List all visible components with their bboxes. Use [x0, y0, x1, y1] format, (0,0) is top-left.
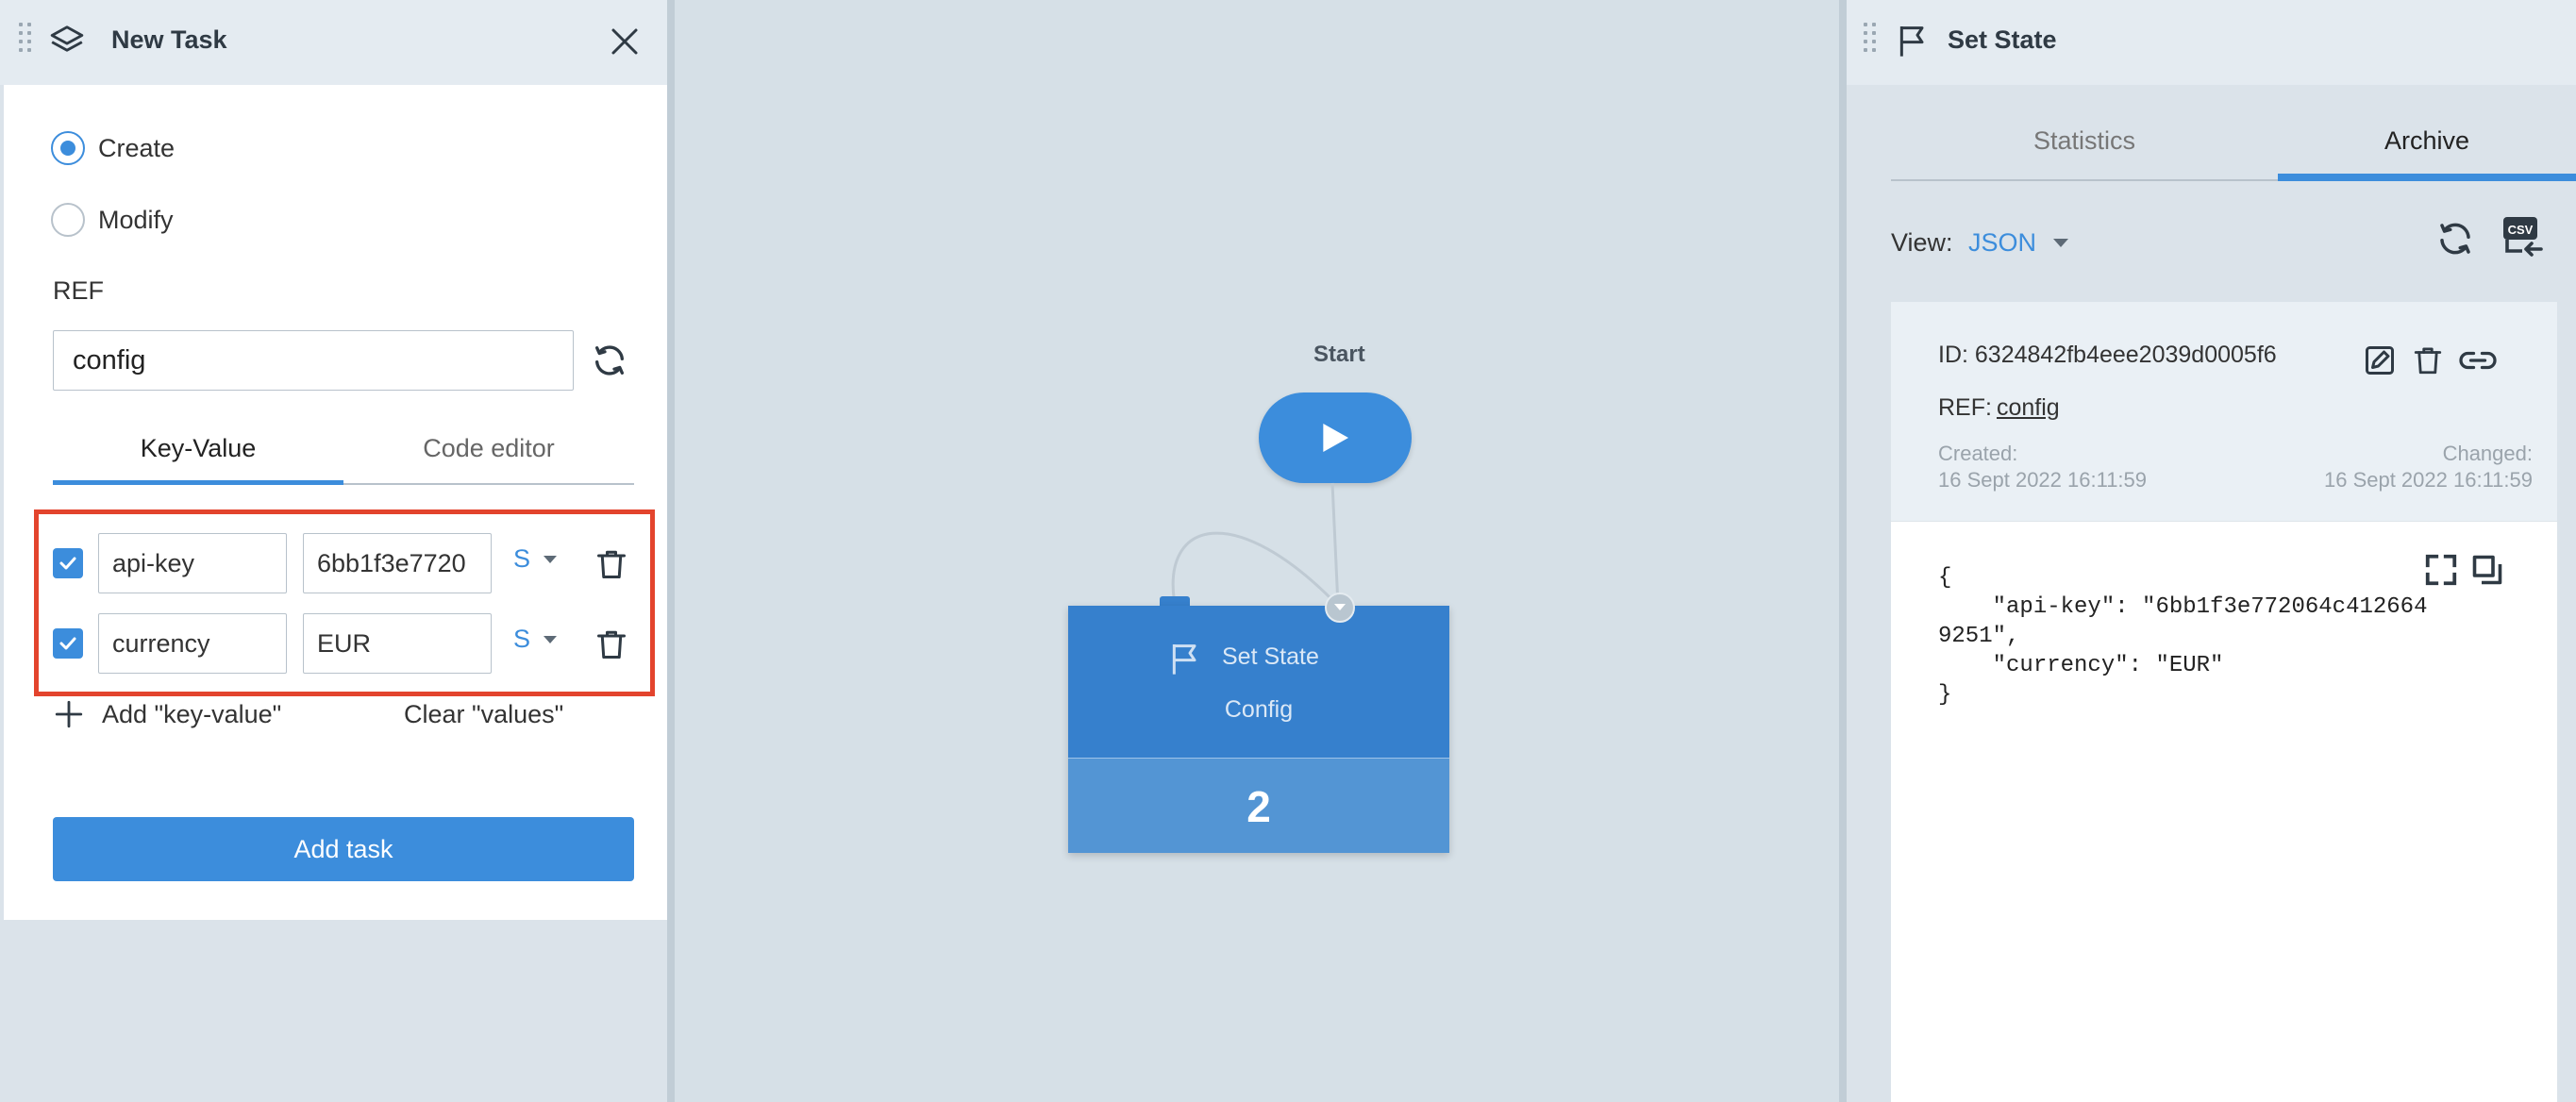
add-task-button[interactable]: Add task [53, 817, 634, 881]
value-input[interactable] [303, 613, 492, 674]
ref-input[interactable] [53, 330, 574, 391]
expand-icon[interactable] [2423, 552, 2459, 588]
key-input[interactable] [98, 533, 287, 593]
record-ref-link[interactable]: config [1997, 394, 2060, 422]
panel-title: Set State [1948, 25, 2057, 54]
chevron-down-icon [2053, 239, 2069, 247]
panel-title: New Task [111, 25, 227, 54]
edit-icon[interactable] [2363, 343, 2397, 377]
close-icon[interactable] [608, 25, 642, 58]
type-select[interactable]: S [513, 625, 558, 654]
value-input[interactable] [303, 533, 492, 593]
set-state-node[interactable]: Set State Config 2 [1068, 606, 1449, 853]
panel-header: Set State [1847, 0, 2576, 85]
ref-label: REF [53, 276, 104, 305]
created-label: Created: [1938, 442, 2018, 465]
node-header: Set State Config [1068, 606, 1449, 757]
row-checkbox[interactable] [53, 548, 83, 578]
view-select[interactable]: JSON [1968, 228, 2069, 258]
copy-icon[interactable] [2470, 552, 2504, 588]
task-form: Create Modify REF Key-Value Code editor … [4, 85, 667, 920]
panel-resizer[interactable] [667, 0, 675, 1102]
key-input[interactable] [98, 613, 287, 674]
svg-text:CSV: CSV [2508, 223, 2534, 237]
drag-handle-icon[interactable] [1864, 23, 1876, 52]
layers-icon [49, 23, 85, 58]
node-count-value: 2 [1246, 782, 1271, 831]
trash-icon[interactable] [594, 546, 628, 582]
json-content: { "api-key": "6bb1f3e772064c412664 9251"… [1938, 565, 2428, 708]
tab-archive[interactable]: Archive [2278, 126, 2576, 181]
row-checkbox[interactable] [53, 628, 83, 659]
link-icon[interactable] [2457, 343, 2499, 377]
changed-timestamp: 16 Sept 2022 16:11:59 [2323, 468, 2533, 492]
refresh-icon[interactable] [591, 342, 628, 379]
panel-header: New Task [0, 0, 667, 85]
trash-icon[interactable] [2412, 343, 2444, 377]
type-select-value: S [513, 625, 531, 653]
radio-button[interactable] [51, 131, 85, 165]
play-icon [1323, 424, 1348, 452]
radio-label: Create [98, 133, 176, 162]
view-select-value: JSON [1968, 228, 2037, 257]
start-button[interactable] [1259, 392, 1412, 483]
kv-row: S [53, 613, 638, 676]
type-select[interactable]: S [513, 544, 558, 574]
kv-row: S [53, 533, 638, 595]
tab-code-editor[interactable]: Code editor [343, 415, 634, 485]
plus-icon [53, 698, 85, 730]
tab-key-value[interactable]: Key-Value [53, 415, 343, 485]
node-type-label: Set State [1222, 643, 1319, 670]
add-key-value-button[interactable]: Add "key-value" [53, 698, 281, 730]
json-viewer: { "api-key": "6bb1f3e772064c412664 9251"… [1891, 521, 2557, 1102]
radio-modify[interactable]: Modify [51, 203, 174, 237]
flag-icon [1894, 21, 1932, 60]
node-output-port[interactable] [1325, 593, 1355, 623]
chevron-down-icon [544, 635, 558, 643]
changed-label: Changed: [2442, 442, 2533, 465]
radio-create[interactable]: Create [51, 131, 175, 165]
refresh-icon[interactable] [2435, 219, 2475, 259]
flag-icon [1166, 640, 1204, 677]
clear-values-button[interactable]: Clear "values" [404, 700, 563, 729]
csv-export-icon[interactable]: CSV [2500, 213, 2545, 262]
created-timestamp: 16 Sept 2022 16:11:59 [1938, 468, 2148, 492]
record-ref-label: REF: [1938, 394, 1992, 421]
chevron-down-icon [544, 555, 558, 563]
add-key-value-label: Add "key-value" [102, 699, 282, 728]
drag-handle-icon[interactable] [19, 23, 31, 52]
set-state-panel: Set State Statistics Archive View: JSON … [1847, 0, 2576, 1102]
tab-statistics[interactable]: Statistics [1891, 126, 2278, 181]
start-label: Start [1313, 342, 1365, 367]
panel-resizer[interactable] [1839, 0, 1847, 1102]
radio-button[interactable] [51, 203, 85, 237]
node-counter: 2 [1068, 758, 1449, 853]
type-select-value: S [513, 544, 531, 573]
node-name-label: Config [1224, 696, 1294, 723]
new-task-panel: New Task Create Modify REF Key-Value Cod… [0, 0, 672, 1102]
radio-label: Modify [98, 205, 174, 234]
view-label: View: [1891, 228, 1953, 257]
record-id: ID: 6324842fb4eee2039d0005f6 [1938, 342, 2277, 368]
trash-icon[interactable] [594, 626, 628, 662]
record-card-header: ID: 6324842fb4eee2039d0005f6 REF: config… [1891, 302, 2557, 521]
